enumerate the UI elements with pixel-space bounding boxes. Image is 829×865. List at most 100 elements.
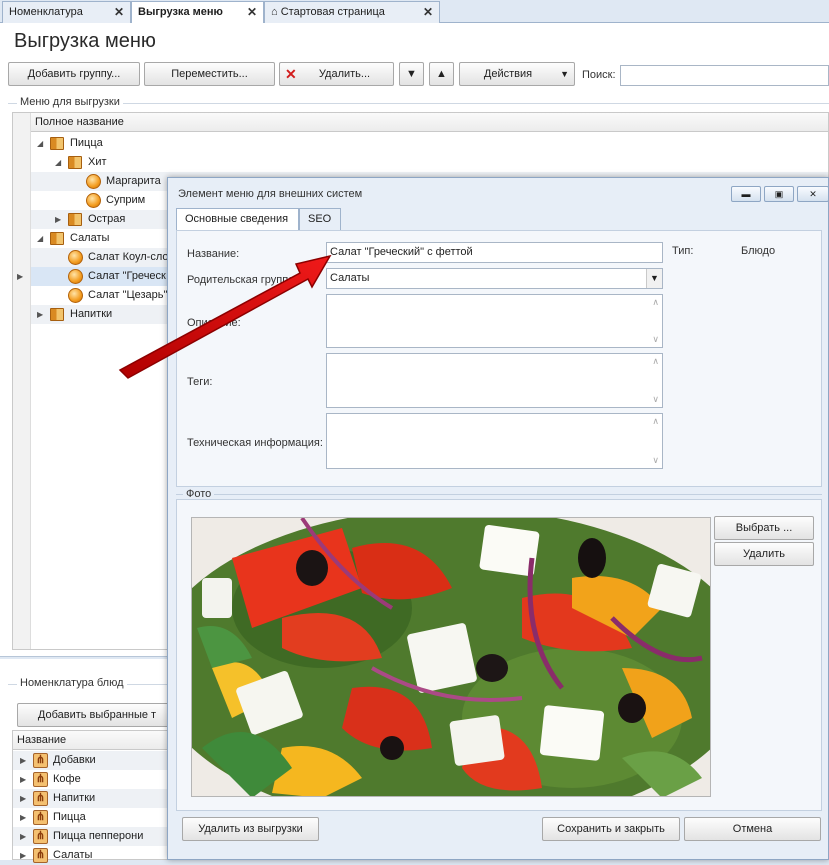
tree-row-label: Салат "Цезарь" xyxy=(88,289,168,301)
parent-group-label: Родительская группа: xyxy=(187,274,298,286)
tree-row-label: Хит xyxy=(88,156,107,168)
actions-label: Действия xyxy=(483,68,533,80)
photo-panel: Выбрать ... Удалить xyxy=(176,499,822,811)
tree-row-label: Кофе xyxy=(53,773,81,785)
collapse-icon[interactable]: ▶ xyxy=(37,305,43,324)
close-icon[interactable]: ✕ xyxy=(423,5,433,19)
type-label: Тип: xyxy=(672,245,694,257)
row-pointer-icon: ▶ xyxy=(17,272,24,281)
description-textarea[interactable]: ∧ ∨ xyxy=(326,294,663,348)
food-group-icon: ⋔ xyxy=(33,791,48,806)
close-button[interactable]: ✕ xyxy=(797,186,829,202)
food-group-icon: ⋔ xyxy=(33,829,48,844)
folder-icon xyxy=(68,156,82,169)
parent-group-value: Салаты xyxy=(330,272,370,284)
tab-label: Номенклатура xyxy=(9,6,83,18)
tree-row-label: Маргарита xyxy=(106,175,161,187)
arrow-up-icon: ▲ xyxy=(436,68,447,80)
tab-seo[interactable]: SEO xyxy=(299,208,341,230)
delete-button[interactable]: ✕ Удалить... xyxy=(279,62,394,86)
move-down-button[interactable]: ▼ xyxy=(399,62,424,86)
group-divider xyxy=(8,103,829,104)
collapse-icon[interactable]: ▶ xyxy=(20,827,26,846)
expand-icon[interactable]: ◢ xyxy=(37,229,43,248)
expand-icon[interactable]: ◢ xyxy=(37,134,43,153)
collapse-icon[interactable]: ▶ xyxy=(20,751,26,770)
save-and-close-button[interactable]: Сохранить и закрыть xyxy=(542,817,680,841)
tab-label: Стартовая страница xyxy=(280,6,385,18)
move-up-button[interactable]: ▲ xyxy=(429,62,454,86)
delete-button-label: Удалить... xyxy=(318,68,371,80)
folder-icon xyxy=(50,137,64,150)
tech-info-textarea[interactable]: ∧ ∨ xyxy=(326,413,663,469)
dish-icon xyxy=(86,174,101,189)
tab-menu-export[interactable]: Выгрузка меню ✕ xyxy=(131,1,264,24)
actions-dropdown[interactable]: Действия ▼ xyxy=(459,62,575,86)
remove-from-export-button[interactable]: Удалить из выгрузки xyxy=(182,817,319,841)
tree-row-label: Острая xyxy=(88,213,126,225)
chevron-down-icon[interactable]: ▼ xyxy=(646,269,662,288)
scroll-down-icon[interactable]: ∨ xyxy=(652,394,659,405)
choose-photo-button[interactable]: Выбрать ... xyxy=(714,516,814,540)
close-icon[interactable]: ✕ xyxy=(114,5,124,19)
delete-photo-button[interactable]: Удалить xyxy=(714,542,814,566)
tree-row-label: Напитки xyxy=(70,308,113,320)
menu-item-dialog: Элемент меню для внешних систем ▬ ▣ ✕ Ос… xyxy=(167,177,829,860)
close-icon[interactable]: ✕ xyxy=(247,5,257,19)
name-input[interactable]: Салат "Греческий" с феттой xyxy=(326,242,663,263)
add-selected-button[interactable]: Добавить выбранные т xyxy=(17,703,177,727)
dialog-title: Элемент меню для внешних систем xyxy=(178,188,363,200)
collapse-icon[interactable]: ▶ xyxy=(20,846,26,865)
type-value: Блюдо xyxy=(741,245,776,257)
scroll-down-icon[interactable]: ∨ xyxy=(652,334,659,345)
collapse-icon[interactable]: ▶ xyxy=(55,210,61,229)
search-input[interactable] xyxy=(620,65,829,86)
folder-icon xyxy=(68,213,82,226)
scroll-down-icon[interactable]: ∨ xyxy=(652,455,659,466)
collapse-icon[interactable]: ▶ xyxy=(20,808,26,827)
tree-row[interactable]: ◢ Хит xyxy=(31,153,828,172)
scroll-up-icon[interactable]: ∧ xyxy=(652,356,659,367)
minimize-icon: ▬ xyxy=(741,189,751,199)
arrow-down-icon: ▼ xyxy=(406,68,417,80)
column-header[interactable]: Полное название xyxy=(31,113,828,132)
tree-row-label: Суприм xyxy=(106,194,146,206)
expand-icon[interactable]: ◢ xyxy=(55,153,61,172)
minimize-button[interactable]: ▬ xyxy=(731,186,761,202)
dish-icon xyxy=(86,193,101,208)
collapse-icon[interactable]: ▶ xyxy=(20,770,26,789)
add-group-button[interactable]: Добавить группу... xyxy=(8,62,140,86)
scroll-up-icon[interactable]: ∧ xyxy=(652,416,659,427)
group-divider xyxy=(176,494,822,495)
dish-icon xyxy=(68,269,83,284)
parent-group-select[interactable]: Салаты ▼ xyxy=(326,268,663,289)
tree-row-label: Пицца пепперони xyxy=(53,830,144,842)
main-info-panel: Название: Салат "Греческий" с феттой Тип… xyxy=(176,230,822,487)
tab-start-page[interactable]: ⌂ Стартовая страница ✕ xyxy=(264,1,440,23)
salad-photo[interactable] xyxy=(191,517,711,797)
move-button[interactable]: Переместить... xyxy=(144,62,275,86)
row-indicator-column xyxy=(13,113,31,649)
tree-row-label: Салаты xyxy=(53,849,93,861)
food-group-icon: ⋔ xyxy=(33,810,48,825)
tab-nomenclature[interactable]: Номенклатура ✕ xyxy=(2,1,131,23)
food-group-icon: ⋔ xyxy=(33,848,48,863)
food-group-icon: ⋔ xyxy=(33,772,48,787)
tree-row-label: Салаты xyxy=(70,232,110,244)
page-title: Выгрузка меню xyxy=(14,30,156,52)
home-icon: ⌂ xyxy=(271,6,278,18)
tree-row[interactable]: ◢ Пицца xyxy=(31,134,828,153)
tags-textarea[interactable]: ∧ ∨ xyxy=(326,353,663,408)
collapse-icon[interactable]: ▶ xyxy=(20,789,26,808)
cancel-button[interactable]: Отмена xyxy=(684,817,821,841)
dish-icon xyxy=(68,250,83,265)
menu-group-label: Меню для выгрузки xyxy=(17,96,123,108)
maximize-button[interactable]: ▣ xyxy=(764,186,794,202)
name-label: Название: xyxy=(187,248,240,260)
tree-row-label: Салат "Греческ xyxy=(88,270,166,282)
tags-label: Теги: xyxy=(187,376,213,388)
document-tabs: Номенклатура ✕ Выгрузка меню ✕ ⌂ Стартов… xyxy=(0,0,829,24)
scroll-up-icon[interactable]: ∧ xyxy=(652,297,659,308)
food-group-icon: ⋔ xyxy=(33,753,48,768)
tab-main-info[interactable]: Основные сведения xyxy=(176,208,299,230)
